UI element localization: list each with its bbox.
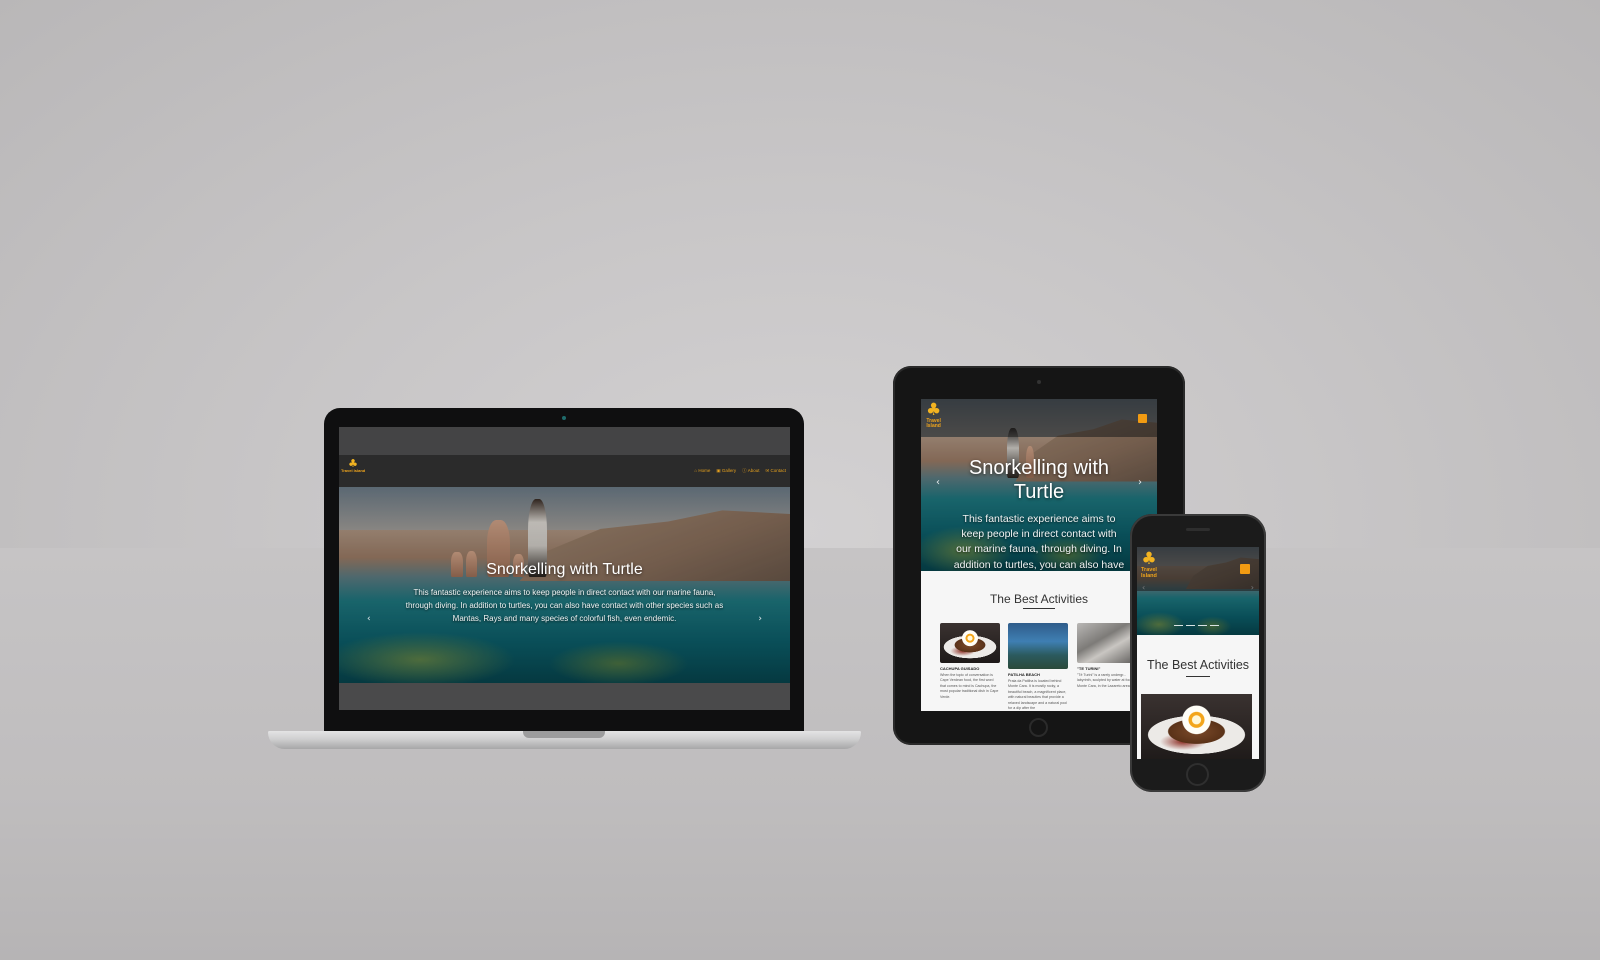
carousel-indicators[interactable] xyxy=(1174,625,1219,626)
browser-toolbar xyxy=(339,427,790,455)
nav-link-gallery[interactable]: ▣ Gallery xyxy=(716,468,736,474)
phone-home-button[interactable] xyxy=(1186,763,1209,786)
nav-label: Gallery xyxy=(721,468,737,473)
hero-title: Snorkelling with Turtle xyxy=(968,457,1110,503)
activity-card[interactable]: PATILHA BEACH Praia da Patilha is locate… xyxy=(1008,623,1068,711)
activity-card[interactable]: CACHUPA GUISADO When the topic of conver… xyxy=(940,623,1000,700)
section-underline xyxy=(1023,608,1055,609)
nav-link-contact[interactable]: ✉ Contact xyxy=(765,468,786,474)
phone-navbar: ♣ Travel Island xyxy=(1137,547,1259,591)
activity-image xyxy=(1008,623,1068,669)
site-logo[interactable]: ♣ Travel Island xyxy=(1141,551,1157,579)
activity-image xyxy=(940,623,1000,663)
tablet-navbar: ♣ Travel Island xyxy=(921,399,1157,437)
carousel-next-icon[interactable]: › xyxy=(758,614,762,624)
nav-label: About xyxy=(747,468,760,473)
phone-speaker xyxy=(1186,528,1210,531)
laptop-screen: ♣ Travel Island ⌂ Home ▣ Gallery ⓘ About… xyxy=(339,427,790,710)
phone-hero-carousel: ♣ Travel Island ‹ › xyxy=(1137,547,1259,635)
activity-description: "Tê Turini" is a rarely undergr... labyr… xyxy=(1077,673,1136,688)
carousel-prev-icon[interactable]: ‹ xyxy=(367,614,371,624)
activity-title: "TE TURINI" xyxy=(1077,666,1101,671)
activity-title: PATILHA BEACH xyxy=(1008,672,1040,677)
logo-text: Travel Island xyxy=(341,468,366,473)
tablet-screen: ♣ Travel Island Snorkelling with Turtle … xyxy=(921,399,1157,711)
laptop-camera xyxy=(562,416,566,420)
activity-title: CACHUPA GUISADO xyxy=(940,666,980,671)
nav-links: ⌂ Home ▣ Gallery ⓘ About ✉ Contact xyxy=(694,468,786,474)
laptop-device: ♣ Travel Island ⌂ Home ▣ Gallery ⓘ About… xyxy=(324,408,804,733)
section-title: The Best Activities xyxy=(989,592,1089,606)
laptop-navbar: ♣ Travel Island ⌂ Home ▣ Gallery ⓘ About… xyxy=(339,455,790,487)
hero-carousel: Snorkelling with Turtle This fantastic e… xyxy=(339,487,790,683)
phone-device: ♣ Travel Island ‹ › The Best Activities xyxy=(1130,514,1266,792)
hero-description: This fantastic experience aims to keep p… xyxy=(953,513,1125,571)
page-footer-strip xyxy=(339,683,790,710)
activity-card[interactable]: "TE TURINI" "Tê Turini" is a rarely unde… xyxy=(1077,623,1137,689)
palm-tree-icon: ♣ xyxy=(1141,549,1157,569)
tablet-camera xyxy=(1037,380,1041,384)
logo-text: Island xyxy=(926,423,941,429)
menu-toggle-button[interactable] xyxy=(1240,564,1250,574)
hero-description: This fantastic experience aims to keep p… xyxy=(405,588,724,623)
carousel-prev-icon[interactable]: ‹ xyxy=(936,477,940,488)
palm-tree-icon: ♣ xyxy=(926,400,942,420)
logo-text: Island xyxy=(1141,572,1157,579)
site-logo[interactable]: ♣ Travel Island xyxy=(926,402,941,429)
nav-link-home[interactable]: ⌂ Home xyxy=(694,468,710,474)
nav-link-about[interactable]: ⓘ About xyxy=(742,468,759,474)
laptop-notch xyxy=(523,731,605,738)
activity-description: When the topic of conversation is Cape V… xyxy=(940,673,999,699)
menu-toggle-button[interactable] xyxy=(1138,414,1147,423)
nav-label: Home xyxy=(698,468,711,473)
site-logo[interactable]: ♣ Travel Island xyxy=(341,458,365,473)
section-underline xyxy=(1186,676,1210,677)
activity-description: Praia da Patilha is located behind Monte… xyxy=(1008,679,1067,710)
phone-screen: ♣ Travel Island ‹ › The Best Activities xyxy=(1137,547,1259,759)
nav-label: Contact xyxy=(770,468,786,473)
activity-image[interactable] xyxy=(1141,694,1252,759)
tablet-home-button[interactable] xyxy=(1029,718,1048,737)
hero-overlay xyxy=(339,487,790,683)
hero-title: Snorkelling with Turtle xyxy=(486,561,643,578)
activity-image xyxy=(1077,623,1137,663)
carousel-next-icon[interactable]: › xyxy=(1138,477,1142,488)
tablet-hero-carousel: ♣ Travel Island Snorkelling with Turtle … xyxy=(921,399,1157,571)
section-title: The Best Activities xyxy=(1146,658,1250,672)
